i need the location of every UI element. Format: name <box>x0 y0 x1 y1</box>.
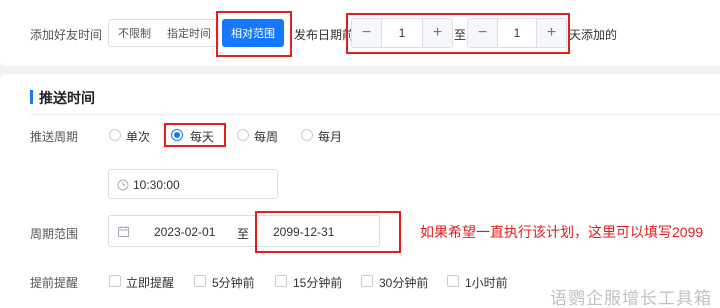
range-separator: 至 <box>237 227 250 241</box>
section-title: 推送时间 <box>39 90 95 106</box>
before-publish-text: 发布日期前 <box>294 28 355 42</box>
days-from-stepper[interactable]: − 1 + <box>351 18 453 48</box>
radio-weekly-label[interactable]: 每周 <box>254 128 278 145</box>
checkbox-30min[interactable] <box>361 275 373 287</box>
range-start[interactable]: 2023-02-01 <box>154 225 215 239</box>
days-to-stepper[interactable]: − 1 + <box>467 18 567 48</box>
checkbox-15min-label[interactable]: 15分钟前 <box>293 274 342 291</box>
increment-button[interactable]: + <box>422 19 452 47</box>
remind-label: 提前提醒 <box>30 276 79 290</box>
days-added-text: 天添加的 <box>569 28 618 42</box>
option-no-limit[interactable]: 不限制 <box>108 19 161 47</box>
option-specific-time[interactable]: 指定时间 <box>160 19 219 47</box>
option-relative-range[interactable]: 相对范围 <box>222 19 284 47</box>
clock-icon <box>117 179 129 191</box>
radio-weekly[interactable] <box>237 129 249 141</box>
range-end[interactable]: 2099-12-31 <box>273 225 334 239</box>
checkbox-5min-label[interactable]: 5分钟前 <box>212 274 255 291</box>
section-divider <box>30 114 720 115</box>
checkbox-5min[interactable] <box>194 275 206 287</box>
radio-monthly-label[interactable]: 每月 <box>318 128 342 145</box>
days-from-value[interactable]: 1 <box>382 19 422 47</box>
push-cycle-label: 推送周期 <box>30 130 79 144</box>
checkbox-immediate-label[interactable]: 立即提醒 <box>126 274 174 291</box>
increment-button[interactable]: + <box>536 19 566 47</box>
checkbox-1hour[interactable] <box>447 275 459 287</box>
checkbox-1hour-label[interactable]: 1小时前 <box>465 274 508 291</box>
checkbox-30min-label[interactable]: 30分钟前 <box>379 274 428 291</box>
friend-time-label: 添加好友时间 <box>30 28 103 42</box>
annotation-note: 如果希望一直执行该计划，这里可以填写2099 <box>420 224 704 240</box>
section-accent-bar <box>30 90 33 104</box>
radio-once[interactable] <box>109 129 121 141</box>
radio-daily-label[interactable]: 每天 <box>190 128 214 145</box>
range-label: 周期范围 <box>30 227 79 241</box>
checkbox-immediate[interactable] <box>109 275 121 287</box>
days-to-value[interactable]: 1 <box>498 19 536 47</box>
decrement-button[interactable]: − <box>468 19 498 47</box>
decrement-button[interactable]: − <box>352 19 382 47</box>
checkbox-15min[interactable] <box>275 275 287 287</box>
watermark: 语鹦企服增长工具箱 <box>550 289 712 308</box>
calendar-icon <box>118 226 129 237</box>
to-separator: 至 <box>454 28 467 42</box>
radio-monthly[interactable] <box>301 129 313 141</box>
time-value: 10:30:00 <box>133 178 180 192</box>
time-picker[interactable]: 10:30:00 <box>108 169 278 199</box>
date-range-picker[interactable]: 2023-02-01 至 2099-12-31 <box>108 215 380 247</box>
radio-daily[interactable] <box>171 129 183 141</box>
radio-once-label[interactable]: 单次 <box>126 128 150 145</box>
